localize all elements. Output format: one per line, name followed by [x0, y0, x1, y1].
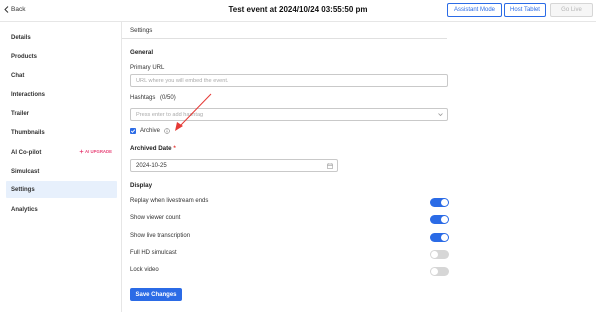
archive-label: Archive — [140, 128, 161, 134]
archived-date-label: Archived Date * — [130, 145, 176, 152]
sidebar-item-details[interactable]: Details — [6, 29, 117, 46]
chevron-left-icon — [4, 6, 9, 13]
sidebar-item-settings[interactable]: Settings — [6, 181, 117, 198]
sidebar-item-label: Products — [11, 53, 38, 60]
sidebar-item-simulcast[interactable]: Simulcast — [6, 163, 117, 180]
replay-option-label: Replay when livestream ends — [130, 198, 209, 204]
live-transcription-option-label: Show live transcription — [130, 233, 191, 239]
display-section-title: Display — [130, 182, 153, 189]
general-section-title: General — [130, 49, 154, 56]
hashtags-count: (0/50) — [160, 95, 176, 101]
live-transcription-toggle[interactable] — [430, 233, 449, 242]
calendar-icon[interactable] — [327, 163, 333, 169]
sidebar-item-label: Details — [11, 34, 31, 41]
sidebar-item-trailer[interactable]: Trailer — [6, 105, 117, 122]
assistant-mode-button[interactable]: Assistant Mode — [447, 3, 502, 17]
info-icon[interactable] — [164, 128, 170, 134]
back-label: Back — [11, 6, 26, 13]
primary-url-input[interactable]: URL where you will embed the event. — [130, 74, 448, 87]
lock-video-toggle[interactable] — [430, 267, 449, 276]
hashtags-input[interactable]: Press enter to add hashtag — [130, 108, 448, 121]
sidebar-item-label: Analytics — [11, 206, 38, 213]
full-hd-simulcast-toggle[interactable] — [430, 250, 449, 259]
archived-date-value: 2024-10-25 — [136, 162, 167, 169]
ai-upgrade-label: AI UPGRADE — [85, 149, 112, 154]
settings-heading: Settings — [130, 27, 153, 34]
settings-header: Settings — [122, 22, 447, 39]
viewer-count-toggle[interactable] — [430, 215, 449, 224]
archived-date-input[interactable]: 2024-10-25 — [130, 159, 338, 172]
toggle-knob — [441, 234, 448, 241]
required-mark: * — [173, 145, 176, 152]
sidebar-item-label: Simulcast — [11, 168, 40, 175]
sidebar-item-label: AI Co-pilot — [11, 149, 42, 156]
chevron-down-icon — [438, 113, 443, 117]
lock-video-option-label: Lock video — [130, 267, 159, 273]
toggle-knob — [441, 216, 448, 223]
toggle-knob — [431, 251, 438, 258]
toggle-knob — [431, 268, 438, 275]
sidebar-item-chat[interactable]: Chat — [6, 67, 117, 84]
sidebar-item-ai-copilot[interactable]: AI Co-pilot AI UPGRADE — [6, 144, 117, 161]
sidebar: Details Products Chat Interactions Trail… — [0, 22, 122, 312]
full-hd-simulcast-option-label: Full HD simulcast — [130, 250, 177, 256]
settings-panel: Settings General Primary URL URL where y… — [122, 22, 596, 312]
ai-upgrade-badge: AI UPGRADE — [79, 149, 112, 154]
sidebar-item-label: Chat — [11, 72, 25, 79]
archive-checkbox[interactable] — [130, 128, 136, 134]
toggle-knob — [441, 199, 448, 206]
sidebar-item-thumbnails[interactable]: Thumbnails — [6, 124, 117, 141]
hashtags-placeholder: Press enter to add hashtag — [136, 111, 204, 118]
primary-url-label: Primary URL — [130, 65, 165, 71]
host-tablet-button[interactable]: Host Tablet — [504, 3, 546, 17]
sidebar-item-products[interactable]: Products — [6, 48, 117, 65]
hashtags-label-text: Hashtags — [130, 95, 156, 101]
sidebar-item-label: Trailer — [11, 110, 30, 117]
sidebar-item-analytics[interactable]: Analytics — [6, 201, 117, 218]
hashtags-label: Hashtags (0/50) — [130, 95, 176, 101]
top-bar: Back Test event at 2024/10/24 03:55:50 p… — [0, 0, 596, 22]
viewer-count-option-label: Show viewer count — [130, 215, 181, 221]
back-button[interactable]: Back — [4, 6, 25, 13]
sidebar-item-label: Thumbnails — [11, 129, 45, 136]
go-live-button[interactable]: Go Live — [550, 3, 593, 17]
sidebar-item-label: Interactions — [11, 91, 46, 98]
sidebar-item-interactions[interactable]: Interactions — [6, 86, 117, 103]
sidebar-item-label: Settings — [11, 186, 35, 193]
primary-url-placeholder: URL where you will embed the event. — [136, 77, 229, 84]
checkmark-icon — [130, 129, 136, 133]
archived-date-label-text: Archived Date — [130, 145, 172, 152]
sparkle-icon — [79, 149, 85, 154]
save-changes-button[interactable]: Save Changes — [130, 288, 182, 301]
replay-toggle[interactable] — [430, 198, 449, 207]
